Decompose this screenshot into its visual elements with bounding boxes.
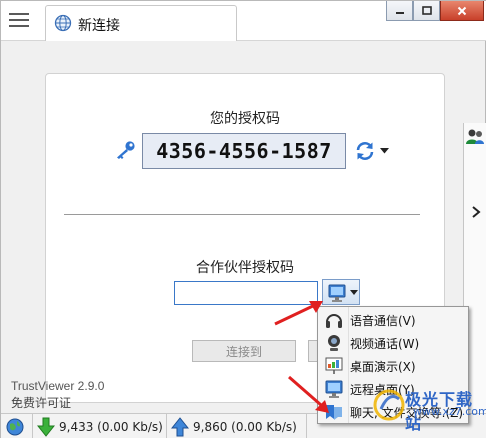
contacts-icon[interactable] — [465, 127, 485, 147]
menu-item-voice[interactable]: 语音通信(V) — [318, 309, 468, 331]
upload-arrow-icon — [171, 416, 189, 436]
download-arrow-icon — [37, 417, 55, 437]
network-status[interactable] — [1, 413, 33, 438]
watermark-url: www.xz7.com — [413, 405, 486, 418]
presentation-icon — [325, 357, 343, 374]
globe-icon — [54, 14, 72, 32]
my-code-value: 4356-4556-1587 — [142, 133, 346, 169]
monitor-icon — [328, 284, 346, 302]
chevron-down-icon — [350, 290, 358, 295]
license-label: 免费许可证 — [11, 396, 72, 410]
partner-code-input[interactable] — [174, 281, 318, 305]
divider — [64, 214, 420, 215]
tab-label: 新连接 — [78, 18, 120, 34]
webcam-icon — [328, 335, 340, 351]
download-stats: 9,433 (0.00 Kb/s) — [33, 413, 167, 438]
maximize-icon — [421, 6, 432, 15]
connection-mode-button[interactable] — [322, 279, 360, 305]
close-button[interactable] — [440, 1, 484, 21]
menu-item-video[interactable]: 视频通话(W) — [318, 332, 468, 354]
minimize-icon — [395, 11, 404, 14]
minimize-button[interactable] — [386, 1, 413, 21]
partner-code-title: 合作伙伴授权码 — [196, 260, 294, 276]
monitor-icon — [325, 380, 343, 398]
upload-stats: 9,860 (0.00 Kb/s) — [167, 413, 307, 438]
globe-icon — [6, 418, 24, 435]
app-window: 新连接 您的授权码 4356-4556-1587 合作伙伴授权码 连接到 Tru… — [0, 0, 486, 438]
menu-item-label: 语音通信(V) — [350, 313, 416, 328]
chat-icon — [326, 405, 342, 420]
connect-button[interactable]: 连接到 — [192, 340, 296, 362]
close-icon — [457, 6, 467, 15]
title-bar: 新连接 — [1, 1, 486, 41]
chevron-right-icon[interactable] — [471, 206, 481, 218]
hamburger-menu-icon[interactable] — [7, 9, 31, 31]
maximize-button[interactable] — [413, 1, 440, 21]
chevron-down-icon[interactable] — [380, 148, 389, 154]
upload-value: 9,860 (0.00 Kb/s) — [193, 419, 297, 434]
product-version: TrustViewer 2.9.0 — [11, 379, 105, 393]
menu-item-desktop-demo[interactable]: 桌面演示(X) — [318, 355, 468, 377]
tab-new-connection[interactable]: 新连接 — [45, 5, 237, 41]
menu-item-label: 桌面演示(X) — [350, 359, 416, 374]
headset-icon — [326, 314, 342, 328]
key-icon — [117, 141, 135, 159]
window-controls — [386, 1, 484, 21]
refresh-icon[interactable] — [354, 140, 376, 162]
download-value: 9,433 (0.00 Kb/s) — [59, 419, 163, 434]
menu-item-label: 视频通话(W) — [350, 336, 420, 351]
my-code-title: 您的授权码 — [210, 111, 280, 127]
